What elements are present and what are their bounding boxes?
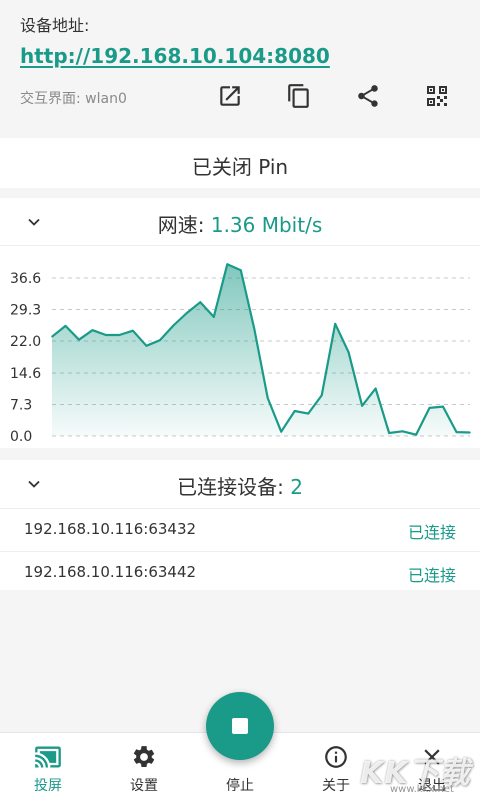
data-point	[64, 325, 67, 327]
data-point	[266, 397, 269, 399]
data-point	[51, 335, 53, 338]
data-point	[132, 329, 134, 332]
clients-title: 已连接设备: 2	[0, 471, 480, 500]
data-point	[469, 431, 471, 434]
client-status: 已连接	[407, 566, 456, 585]
speed-title: 网速: 1.36 Mbit/s	[0, 209, 480, 238]
data-point	[361, 405, 363, 407]
data-point	[388, 432, 390, 434]
list-item[interactable]: 192.168.10.116:63442 已连接	[0, 552, 480, 594]
y-tick-label: 0.0	[10, 429, 32, 445]
cast-icon	[34, 743, 62, 771]
data-point	[347, 351, 350, 354]
data-point	[428, 407, 431, 409]
data-point	[105, 334, 107, 336]
open-external-button[interactable]	[212, 78, 248, 114]
data-point	[78, 338, 80, 341]
pin-status-label: 已关闭 Pin	[191, 155, 289, 179]
data-point	[334, 323, 337, 325]
client-status: 已连接	[407, 523, 456, 542]
network-speed-card: 网速: 1.36 Mbit/s 0.0 7.3 14.6 22.0 29.3 36.6	[0, 198, 480, 448]
client-address: 192.168.10.116:63442	[24, 563, 197, 581]
data-point	[186, 312, 188, 314]
nav-cast[interactable]: 投屏	[8, 733, 88, 800]
pin-status-card[interactable]: 已关闭 Pin	[0, 138, 480, 188]
address-label: 设备地址:	[20, 16, 90, 35]
clients-title-prefix: 已连接设备:	[177, 475, 291, 499]
list-item[interactable]: 192.168.10.116:63432 已连接	[0, 509, 480, 551]
y-tick-label: 36.6	[10, 271, 41, 287]
data-point	[145, 345, 148, 347]
interface-label: 交互界面: wlan0	[20, 91, 127, 107]
data-point	[401, 430, 404, 433]
speed-value: 1.36 Mbit/s	[210, 213, 323, 237]
nav-label: 设置	[130, 778, 158, 794]
gear-icon	[130, 743, 158, 771]
data-point	[172, 324, 175, 327]
watermark: KK下载 www.kkx.net	[360, 748, 478, 798]
stop-button[interactable]	[206, 692, 274, 760]
speed-title-prefix: 网速:	[157, 213, 211, 237]
qr-code-icon	[427, 86, 447, 106]
open-external-icon	[220, 86, 240, 106]
nav-label: 停止	[226, 778, 254, 794]
data-point	[226, 263, 229, 265]
data-point	[442, 405, 444, 408]
y-tick-label: 7.3	[10, 397, 32, 413]
data-point	[374, 387, 377, 390]
nav-label: 投屏	[34, 778, 62, 794]
data-point	[213, 316, 215, 318]
client-address: 192.168.10.116:63432	[24, 520, 197, 538]
watermark-url: www.kkx.net	[390, 784, 454, 795]
y-tick-label: 22.0	[10, 334, 41, 350]
connected-devices-card: 已连接设备: 2 192.168.10.116:63432 已连接 192.16…	[0, 460, 480, 590]
clients-count: 2	[290, 475, 303, 499]
y-tick-label: 14.6	[10, 366, 41, 382]
share-button[interactable]	[350, 78, 386, 114]
y-tick-label: 29.3	[10, 303, 41, 319]
data-point	[320, 394, 323, 397]
share-icon	[358, 85, 378, 107]
data-point	[293, 410, 296, 412]
data-point	[199, 301, 202, 303]
data-point	[415, 433, 417, 436]
nav-settings[interactable]: 设置	[104, 733, 184, 800]
data-point	[118, 334, 121, 336]
qr-code-button[interactable]	[419, 78, 455, 114]
info-icon	[322, 743, 350, 771]
speed-chart: 0.0 7.3 14.6 22.0 29.3 36.6	[10, 263, 471, 445]
stop-icon	[232, 718, 248, 734]
address-url-link[interactable]: http://192.168.10.104:8080	[20, 44, 330, 68]
data-point	[455, 431, 458, 433]
data-point	[307, 412, 310, 415]
data-point	[159, 339, 161, 341]
copy-icon	[288, 84, 309, 108]
header: 设备地址: http://192.168.10.104:8080 交互界面: w…	[0, 0, 480, 128]
data-point	[91, 329, 94, 331]
data-point	[280, 430, 283, 433]
speed-area	[52, 264, 470, 436]
data-point	[253, 328, 256, 330]
copy-button[interactable]	[281, 78, 317, 114]
data-point	[240, 269, 242, 271]
